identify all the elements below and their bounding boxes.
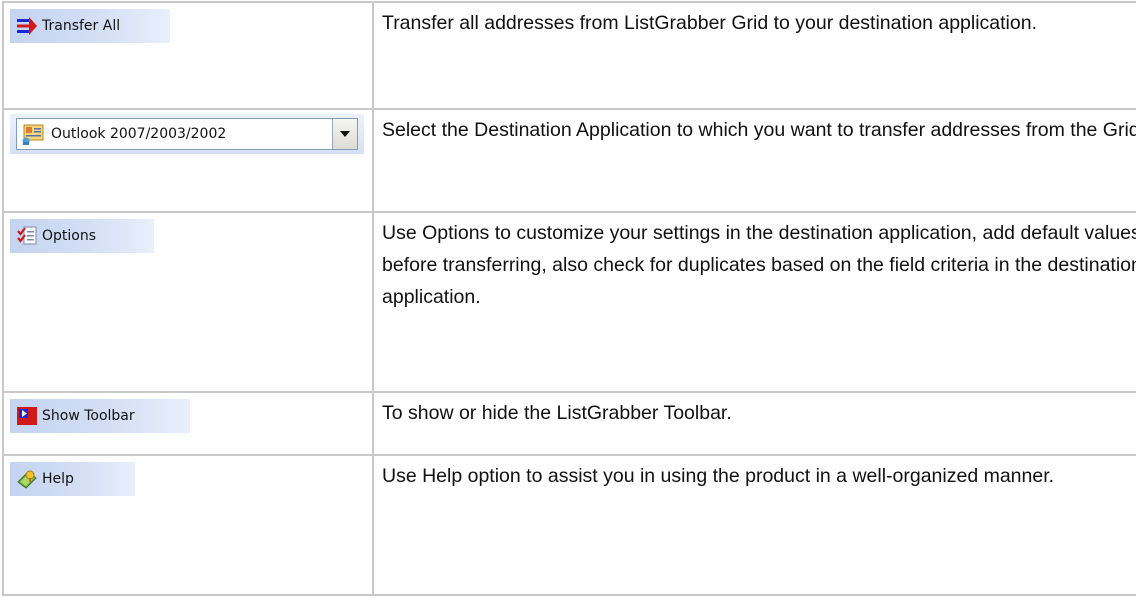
show-toolbar-label: Show Toolbar (42, 408, 135, 424)
description-cell: To show or hide the ListGrabber Toolbar. (372, 391, 1136, 456)
button-cell: Help (2, 454, 374, 596)
destination-app-value: Outlook 2007/2003/2002 (51, 126, 227, 142)
help-button[interactable]: Help (10, 462, 135, 496)
table-row: Transfer All Transfer all addresses from… (2, 1, 1136, 110)
description-cell: Transfer all addresses from ListGrabber … (372, 1, 1136, 110)
button-cell: Show Toolbar (2, 391, 374, 456)
chevron-down-icon (340, 131, 350, 137)
table-row: Help Use Help option to assist you in us… (2, 454, 1136, 596)
transfer-arrows-icon (16, 15, 38, 37)
button-cell: Options (2, 211, 374, 393)
show-toolbar-icon (16, 405, 38, 427)
dropdown-arrow-button[interactable] (332, 119, 357, 149)
button-cell: Transfer All (2, 1, 374, 110)
button-cell: Outlook 2007/2003/2002 (2, 108, 374, 213)
show-toolbar-button[interactable]: Show Toolbar (10, 399, 190, 433)
transfer-all-label: Transfer All (42, 18, 121, 34)
description-cell: Use Help option to assist you in using t… (372, 454, 1136, 596)
outlook-contact-card-icon (21, 122, 45, 146)
options-label: Options (42, 228, 97, 244)
description-cell: Use Options to customize your settings i… (372, 211, 1136, 393)
options-button[interactable]: Options (10, 219, 154, 253)
destination-app-dropdown[interactable]: Outlook 2007/2003/2002 (16, 118, 358, 150)
table-row: Options Use Options to customize your se… (2, 211, 1136, 393)
toolbar-help-table: Transfer All Transfer all addresses from… (2, 1, 1136, 596)
help-label: Help (42, 471, 74, 487)
dropdown-value: Outlook 2007/2003/2002 (17, 122, 332, 146)
transfer-all-button[interactable]: Transfer All (10, 9, 170, 43)
help-book-icon (16, 468, 38, 490)
options-checklist-icon (16, 225, 38, 247)
destination-app-selector: Outlook 2007/2003/2002 (10, 114, 364, 154)
table-row: Outlook 2007/2003/2002 Select the Destin… (2, 108, 1136, 213)
table-row: Show Toolbar To show or hide the ListGra… (2, 391, 1136, 456)
description-cell: Select the Destination Application to wh… (372, 108, 1136, 213)
